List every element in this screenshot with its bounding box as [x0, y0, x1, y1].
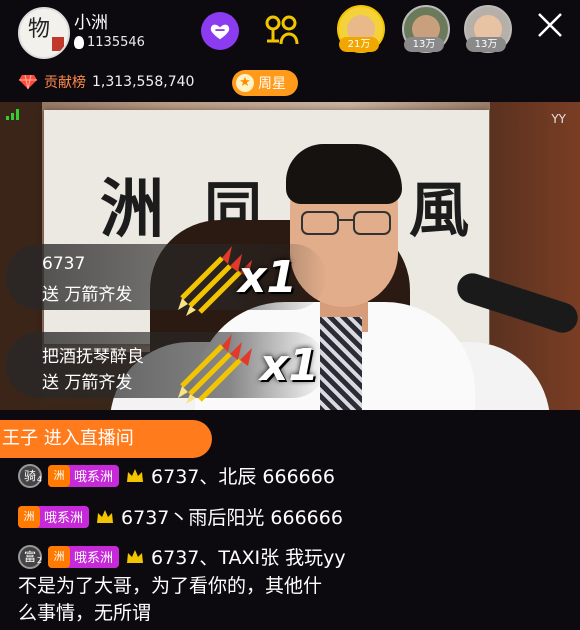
chat-text: 6737、TAXI张 我玩yy — [151, 547, 346, 569]
chat-message[interactable]: 骑4 洲哦系洲 6737、北辰 666666 — [18, 462, 335, 489]
gift-sender: 6737 — [42, 254, 86, 274]
fan-count-value: 1135546 — [87, 35, 145, 50]
crown-icon — [97, 509, 114, 523]
love-button[interactable] — [201, 12, 239, 50]
chat-message[interactable]: 富2 洲哦系洲 6737、TAXI张 我玩yy — [18, 543, 346, 570]
rank-badge: 骑4 — [18, 463, 42, 488]
rank-badge: 富2 — [18, 544, 42, 569]
weekly-star-button[interactable]: ★ 周星 — [232, 70, 298, 96]
arrow-gift-icon — [178, 334, 252, 404]
host-name[interactable]: 小洲 — [74, 8, 108, 33]
top-bar: 物 小洲 1135546 21万 13万 13万 贡献榜 1,313,558,7… — [0, 0, 580, 100]
co-host-mic-icon[interactable] — [262, 14, 300, 48]
avatar-seal — [52, 37, 64, 51]
contribution-label: 贡献榜 — [44, 75, 86, 91]
chat-text: 6737、北辰 666666 — [151, 466, 335, 488]
crown-icon — [127, 549, 144, 563]
host-avatar[interactable]: 物 — [18, 7, 70, 59]
video-person-glasses — [301, 211, 391, 235]
chat-text-continued: 么事情，无所谓 — [18, 602, 152, 624]
star-icon: ★ — [236, 74, 254, 92]
avatar-logo-glyph: 物 — [28, 17, 51, 42]
gift-sender: 把酒抚琴醉良 — [42, 347, 144, 367]
fan-club-badge: 洲哦系洲 — [18, 505, 90, 528]
chat-text-continued: 不是为了大哥，为了看你的，其他什 — [18, 575, 323, 597]
gift-action: 送 万箭齐发 — [42, 373, 133, 393]
contribution-rank[interactable]: 贡献榜 1,313,558,740 — [18, 72, 194, 92]
close-icon[interactable] — [535, 10, 565, 40]
gift-multiplier: x1 — [238, 252, 297, 303]
video-watermark: YY — [551, 112, 566, 126]
gift-action: 送 万箭齐发 — [42, 285, 133, 305]
host-fan-count: 1135546 — [74, 35, 145, 50]
contribution-value: 1,313,558,740 — [92, 74, 195, 90]
heart-icon — [210, 24, 230, 40]
gift-banner-1: 6737 送 万箭齐发 x1 — [6, 244, 326, 316]
video-person-shirt — [320, 317, 362, 410]
chat-message[interactable]: 洲哦系洲 6737丶雨后阳光 666666 — [18, 503, 343, 530]
flame-icon — [74, 36, 84, 49]
weekly-star-label: 周星 — [258, 76, 286, 92]
diamond-icon — [19, 74, 37, 90]
video-person-hair — [286, 144, 402, 204]
chat-text: 6737丶雨后阳光 666666 — [121, 507, 343, 529]
gift-multiplier: x1 — [260, 340, 319, 391]
crown-icon — [127, 468, 144, 482]
signal-icon — [6, 109, 19, 120]
gift-banner-2: 把酒抚琴醉良 送 万箭齐发 x1 — [6, 332, 326, 404]
fan-club-badge: 洲哦系洲 — [48, 545, 120, 568]
entry-notice: 王子 进入直播间 — [0, 420, 212, 458]
viewer-badge-1: 21万 — [339, 37, 379, 52]
viewer-badge-3: 13万 — [466, 37, 506, 52]
viewer-badge-2: 13万 — [404, 37, 444, 52]
fan-club-badge: 洲哦系洲 — [48, 464, 120, 487]
